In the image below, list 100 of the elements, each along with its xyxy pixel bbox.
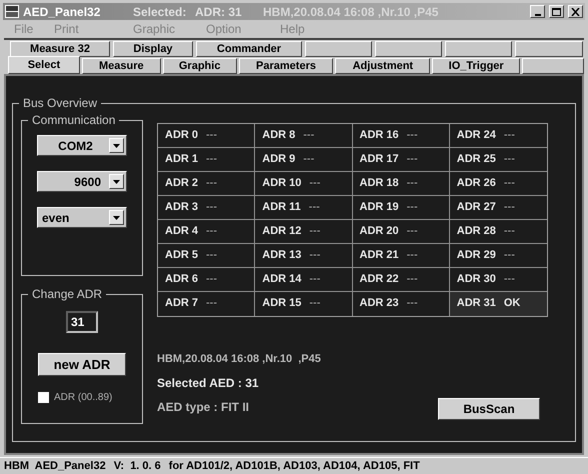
address-input[interactable]: 31 bbox=[66, 311, 98, 333]
empty-tab[interactable] bbox=[305, 41, 372, 57]
address-status: --- bbox=[206, 152, 218, 167]
minimize-button[interactable] bbox=[530, 5, 545, 18]
address-label: ADR 26 bbox=[456, 176, 496, 191]
address-label: ADR 28 bbox=[456, 224, 496, 239]
tab[interactable]: Parameters bbox=[238, 58, 334, 74]
address-cell[interactable]: ADR 12 --- bbox=[255, 220, 352, 244]
address-cell[interactable]: ADR 5 --- bbox=[158, 244, 256, 268]
address-label: ADR 7 bbox=[165, 296, 198, 311]
tab[interactable]: IO_Trigger bbox=[432, 58, 520, 74]
address-label: ADR 17 bbox=[360, 152, 399, 167]
address-label: ADR 29 bbox=[456, 248, 496, 263]
address-status: --- bbox=[206, 128, 218, 143]
address-label: ADR 22 bbox=[360, 272, 399, 287]
address-cell[interactable]: ADR 1 --- bbox=[158, 148, 256, 172]
empty-tab[interactable] bbox=[375, 41, 442, 57]
selected-label: Selected: bbox=[133, 4, 188, 20]
address-cell[interactable]: ADR 19 --- bbox=[352, 196, 450, 220]
address-status: --- bbox=[504, 176, 515, 191]
address-label: ADR 11 bbox=[262, 200, 301, 215]
address-cell[interactable]: ADR 14 --- bbox=[255, 268, 352, 292]
address-cell[interactable]: ADR 0 --- bbox=[158, 124, 256, 148]
address-cell[interactable]: ADR 8 --- bbox=[255, 124, 352, 148]
address-status: --- bbox=[206, 296, 218, 311]
status-devices: for AD101/2, AD101B, AD103, AD104, AD105, FIT bbox=[168, 458, 420, 474]
checkbox[interactable] bbox=[38, 392, 49, 403]
address-cell[interactable]: ADR 3 --- bbox=[158, 196, 256, 220]
address-status: --- bbox=[309, 296, 320, 311]
address-label: ADR 14 bbox=[262, 272, 302, 287]
address-cell[interactable]: ADR 18 --- bbox=[352, 172, 450, 196]
address-label: ADR 30 bbox=[456, 272, 496, 287]
address-cell[interactable]: ADR 31 OK bbox=[450, 292, 547, 316]
address-status: --- bbox=[406, 200, 418, 215]
tab[interactable]: Graphic bbox=[162, 58, 237, 74]
address-label: ADR 27 bbox=[456, 200, 496, 215]
address-status: --- bbox=[406, 248, 418, 263]
address-cell[interactable]: ADR 10 --- bbox=[255, 172, 352, 196]
address-label: ADR 8 bbox=[262, 128, 296, 143]
address-cell[interactable]: ADR 6 --- bbox=[158, 268, 256, 292]
address-cell[interactable]: ADR 23 --- bbox=[352, 292, 450, 316]
address-label: ADR 21 bbox=[360, 248, 399, 263]
address-status: --- bbox=[504, 128, 515, 143]
tab[interactable]: Measure bbox=[82, 58, 161, 74]
address-cell[interactable]: ADR 2 --- bbox=[158, 172, 256, 196]
address-cell[interactable]: ADR 16 --- bbox=[352, 124, 450, 148]
maximize-icon bbox=[552, 8, 561, 16]
dropdown[interactable]: 9600 bbox=[37, 171, 127, 192]
status-version: V: 1. 0. 6 bbox=[114, 458, 161, 474]
address-cell[interactable]: ADR 17 --- bbox=[352, 148, 450, 172]
aed-type-text: AED type : FIT II bbox=[157, 398, 250, 416]
address-status: --- bbox=[309, 224, 320, 239]
busscan-button[interactable]: BusScan bbox=[438, 398, 540, 420]
address-cell[interactable]: ADR 20 --- bbox=[352, 220, 450, 244]
address-status: --- bbox=[206, 176, 218, 191]
address-label: ADR 3 bbox=[165, 200, 198, 215]
address-cell[interactable]: ADR 4 --- bbox=[158, 220, 256, 244]
checkbox-label: ADR (00..89) bbox=[54, 391, 112, 405]
tab[interactable]: Commander bbox=[196, 41, 302, 57]
address-label: ADR 10 bbox=[262, 176, 302, 191]
tab[interactable]: Measure 32 bbox=[10, 41, 110, 57]
address-label: ADR 31 bbox=[456, 296, 496, 311]
address-label: ADR 24 bbox=[456, 128, 496, 143]
address-label: ADR 19 bbox=[360, 200, 399, 215]
address-label: ADR 1 bbox=[165, 152, 198, 167]
maximize-button[interactable] bbox=[549, 5, 564, 18]
tab[interactable]: Adjustment bbox=[335, 58, 430, 74]
address-cell[interactable]: ADR 11 --- bbox=[255, 196, 352, 220]
tab[interactable]: Select bbox=[8, 56, 80, 74]
address-cell[interactable]: ADR 22 --- bbox=[352, 268, 450, 292]
address-label: ADR 13 bbox=[262, 248, 302, 263]
address-status: --- bbox=[206, 224, 218, 239]
address-label: ADR 5 bbox=[165, 248, 198, 263]
selected-aed-text: Selected AED : 31 bbox=[157, 374, 260, 392]
empty-tab[interactable] bbox=[515, 41, 583, 57]
address-label: ADR 16 bbox=[360, 128, 399, 143]
dropdown[interactable]: COM2 bbox=[37, 135, 127, 156]
address-label: ADR 9 bbox=[262, 152, 296, 167]
address-label: ADR 18 bbox=[360, 176, 399, 191]
address-cell[interactable]: ADR 21 --- bbox=[352, 244, 450, 268]
address-label: ADR 20 bbox=[360, 224, 399, 239]
close-button[interactable] bbox=[568, 5, 583, 18]
minimize-icon bbox=[534, 14, 540, 16]
address-status: --- bbox=[206, 200, 218, 215]
address-label: ADR 15 bbox=[262, 296, 302, 311]
triangle-icon bbox=[113, 180, 120, 184]
address-status: --- bbox=[504, 152, 515, 167]
address-cell[interactable]: ADR 13 --- bbox=[255, 244, 352, 268]
address-cell[interactable]: ADR 9 --- bbox=[255, 148, 352, 172]
dropdown[interactable]: even bbox=[37, 207, 127, 228]
address-status: --- bbox=[309, 248, 320, 263]
address-label: ADR 23 bbox=[360, 296, 399, 311]
address-status: --- bbox=[504, 248, 515, 263]
tab[interactable]: Display bbox=[113, 41, 193, 57]
empty-tab[interactable] bbox=[445, 41, 512, 57]
address-label: ADR 2 bbox=[165, 176, 198, 191]
address-status: --- bbox=[406, 272, 418, 287]
window-title: AED_Panel32 bbox=[23, 4, 102, 20]
address-status: --- bbox=[308, 200, 320, 215]
new-adr-button[interactable]: new ADR bbox=[38, 353, 126, 376]
